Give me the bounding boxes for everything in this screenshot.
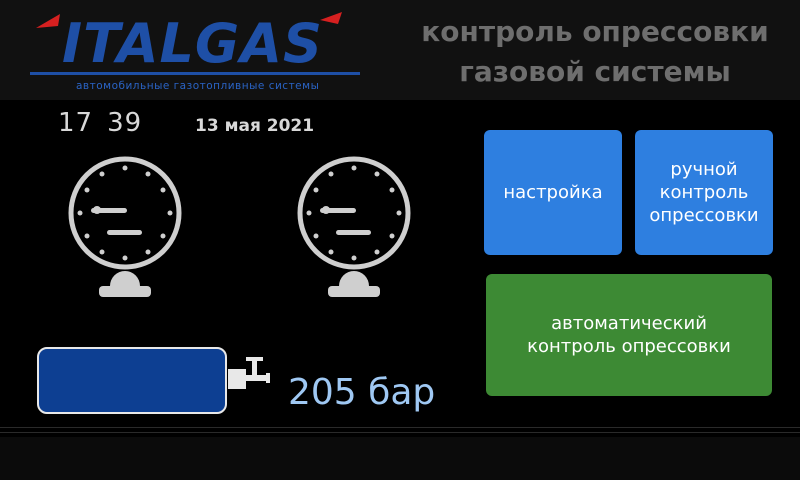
header-bar: ITALGAS автомобильные газотопливные сист… [0,0,800,100]
italgas-logo: ITALGAS автомобильные газотопливные сист… [30,10,360,95]
clock-time: 17 39 [58,108,142,138]
valve-icon [228,357,270,389]
clock-date: 13 мая 2021 [195,116,315,136]
gauge-right [284,148,424,308]
pressure-readout: 205 бар [288,372,436,413]
pressure-gauge-icon [297,156,411,297]
manual-test-button[interactable]: ручной контроль опрессовки [635,130,773,255]
settings-button[interactable]: настройка [484,130,622,255]
divider [0,427,800,428]
clock-hours: 17 [58,108,94,138]
footer-bar [0,437,800,480]
pressure-gauge-icon [68,156,182,297]
gauge-left [55,148,195,308]
logo-wordmark: ITALGAS [62,12,323,75]
auto-test-button[interactable]: автоматический контроль опрессовки [486,274,772,396]
clock-minutes: 39 [107,108,143,138]
gas-cylinder-icon [37,347,227,414]
logo-subtitle: автомобильные газотопливные системы [76,80,320,92]
page-title: контроль опрессовки газовой системы [421,15,769,88]
divider [0,432,800,433]
